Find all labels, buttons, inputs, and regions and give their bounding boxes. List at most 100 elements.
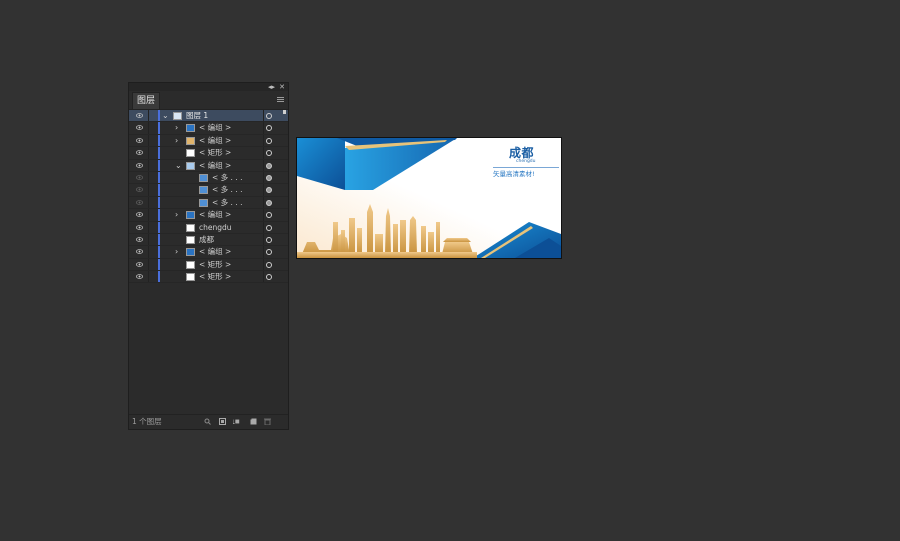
target-divider (263, 246, 264, 258)
layer-name[interactable]: < 编组 > (199, 209, 231, 221)
layer-row[interactable]: chengdu (129, 221, 288, 234)
layer-name[interactable]: < 编组 > (199, 135, 231, 147)
target-circle-icon[interactable] (266, 236, 272, 243)
visibility-eye-icon[interactable] (136, 150, 143, 155)
layer-row[interactable]: 成都 (129, 233, 288, 247)
layer-name[interactable]: < 矩形 > (199, 147, 231, 159)
lock-column[interactable] (148, 271, 149, 283)
target-circle-icon[interactable] (266, 199, 272, 206)
target-circle-icon[interactable] (266, 150, 272, 157)
lock-column[interactable] (148, 110, 149, 122)
layers-list: ⌄ 图层 1 › < 编组 > › < 编组 > < 矩形 > ⌄ < 编组 > < 多 . . … (129, 110, 288, 284)
layer-name[interactable]: 图层 1 (186, 110, 208, 122)
target-circle-icon[interactable] (266, 162, 272, 169)
visibility-eye-icon[interactable] (136, 224, 143, 230)
chevron-right-icon[interactable]: › (175, 122, 178, 134)
locate-object-icon[interactable] (204, 418, 211, 425)
new-layer-icon[interactable] (250, 418, 257, 425)
layer-thumbnail (199, 186, 208, 195)
chevron-down-icon[interactable]: ⌄ (162, 110, 169, 122)
panel-title-bar[interactable]: ◂▸ ✕ (129, 83, 288, 91)
visibility-eye-icon[interactable] (136, 175, 143, 180)
layer-row[interactable]: › < 编组 > (129, 134, 288, 148)
layer-row[interactable]: ⌄ 图层 1 (129, 110, 288, 123)
target-divider (263, 110, 264, 122)
layer-name[interactable]: < 编组 > (199, 122, 231, 134)
visibility-eye-icon[interactable] (136, 237, 143, 242)
lock-column[interactable] (148, 246, 149, 258)
lock-column[interactable] (148, 196, 149, 209)
layer-thumbnail (186, 136, 195, 145)
layer-color-bar (158, 271, 160, 283)
target-circle-icon[interactable] (266, 212, 272, 219)
chevron-right-icon[interactable]: › (175, 246, 178, 258)
visibility-eye-icon[interactable] (136, 212, 143, 217)
visibility-eye-icon[interactable] (136, 162, 143, 168)
target-circle-icon[interactable] (266, 187, 272, 194)
target-circle-icon[interactable] (266, 125, 272, 132)
lock-column[interactable] (148, 233, 149, 246)
target-divider (263, 147, 264, 159)
artboard[interactable]: 成都 chengdu 矢量高清素材! (296, 137, 562, 259)
layer-row[interactable]: › < 编组 > (129, 122, 288, 135)
visibility-eye-icon[interactable] (136, 138, 143, 143)
layer-row[interactable]: < 多 . . . (129, 171, 288, 185)
visibility-eye-icon[interactable] (136, 187, 143, 193)
layer-row[interactable]: < 多 . . . (129, 196, 288, 210)
chevron-right-icon[interactable]: › (175, 135, 178, 147)
target-circle-icon[interactable] (266, 174, 272, 181)
lock-column[interactable] (148, 258, 149, 271)
layer-name[interactable]: 成都 (199, 234, 214, 246)
lock-column[interactable] (148, 184, 149, 196)
layer-row[interactable]: › < 编组 > (129, 209, 288, 222)
visibility-eye-icon[interactable] (136, 199, 143, 205)
layer-color-bar (158, 221, 160, 233)
panel-menu-icon[interactable] (277, 97, 284, 103)
layer-color-bar (158, 110, 160, 122)
layer-thumbnail (186, 211, 195, 220)
target-circle-icon[interactable] (266, 261, 272, 268)
target-circle-icon[interactable] (266, 274, 272, 281)
layer-thumbnail (186, 273, 195, 282)
lock-column[interactable] (148, 159, 149, 171)
lock-column[interactable] (148, 122, 149, 134)
layer-row[interactable]: ⌄ < 编组 > (129, 159, 288, 172)
layer-name[interactable]: < 矩形 > (199, 271, 231, 283)
lock-column[interactable] (148, 171, 149, 184)
lock-column[interactable] (148, 221, 149, 233)
target-circle-icon[interactable] (266, 249, 272, 256)
layer-row[interactable]: < 多 . . . (129, 184, 288, 197)
layer-name[interactable]: chengdu (199, 222, 232, 234)
target-circle-icon[interactable] (266, 224, 272, 231)
lock-column[interactable] (148, 134, 149, 147)
visibility-eye-icon[interactable] (136, 261, 143, 267)
layer-row[interactable]: < 矩形 > (129, 271, 288, 284)
layer-name[interactable]: < 多 . . . (212, 197, 242, 209)
layer-name[interactable]: < 矩形 > (199, 259, 231, 271)
layer-thumbnail (199, 173, 208, 182)
target-circle-icon[interactable] (266, 113, 272, 119)
chevron-right-icon[interactable]: › (175, 209, 178, 221)
visibility-eye-icon[interactable] (136, 125, 143, 131)
target-divider (263, 159, 264, 171)
target-circle-icon[interactable] (266, 137, 272, 144)
delete-layer-icon[interactable] (264, 418, 271, 425)
collapse-icon[interactable]: ◂▸ (268, 83, 275, 91)
lock-column[interactable] (148, 147, 149, 159)
visibility-eye-icon[interactable] (136, 274, 143, 279)
layer-name[interactable]: < 编组 > (199, 160, 231, 172)
tab-layers[interactable]: 图层 (132, 92, 161, 109)
chevron-down-icon[interactable]: ⌄ (175, 160, 182, 172)
layer-row[interactable]: < 矩形 > (129, 147, 288, 160)
lock-column[interactable] (148, 209, 149, 221)
clipping-mask-icon[interactable] (219, 418, 226, 425)
new-sublayer-icon[interactable] (233, 418, 240, 425)
layer-row[interactable]: › < 编组 > (129, 246, 288, 259)
layer-name[interactable]: < 多 . . . (212, 184, 242, 196)
visibility-eye-icon[interactable] (136, 113, 143, 118)
layer-name[interactable]: < 多 . . . (212, 172, 242, 184)
layer-name[interactable]: < 编组 > (199, 246, 231, 258)
close-icon[interactable]: ✕ (279, 83, 285, 91)
visibility-eye-icon[interactable] (136, 249, 143, 255)
layer-row[interactable]: < 矩形 > (129, 258, 288, 272)
